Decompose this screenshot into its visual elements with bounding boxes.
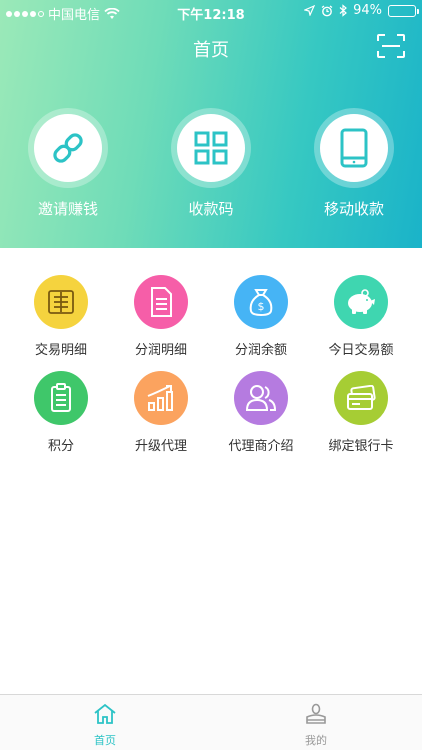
qr-code-icon (194, 131, 228, 165)
tab-home[interactable]: 首页 (65, 703, 145, 748)
tab-mine-label: 我的 (305, 734, 327, 747)
tab-bar: 首页 我的 (0, 694, 422, 750)
status-bar: 中国电信 下午12:18 94% (0, 0, 422, 24)
menu-item-points[interactable]: 积分 (11, 371, 111, 454)
alarm-clock-icon (321, 5, 333, 16)
mobile-payment-button[interactable]: 移动收款 (299, 108, 409, 219)
bluetooth-icon (339, 4, 348, 17)
menu-label: 代理商介绍 (228, 439, 294, 454)
battery-percent: 94% (353, 3, 382, 18)
mobile-payment-label: 移动收款 (323, 200, 384, 218)
menu-item-profit-balance[interactable]: $ 分润余额 (211, 275, 311, 358)
battery-icon (388, 4, 419, 17)
invite-earn-label: 邀请赚钱 (37, 200, 98, 218)
menu-item-agent-intro[interactable]: 代理商介绍 (211, 371, 311, 454)
menu-label: 积分 (47, 439, 74, 454)
ledger-icon (48, 290, 74, 314)
menu-label: 绑定银行卡 (328, 439, 394, 454)
menu-label: 分润明细 (134, 343, 187, 358)
payment-code-button[interactable]: 收款码 (156, 108, 266, 219)
users-icon (245, 385, 277, 411)
menu-item-bind-card[interactable]: 绑定银行卡 (311, 371, 411, 454)
clipboard-icon (51, 383, 71, 412)
bank-card-icon (347, 385, 376, 410)
menu-label: 交易明细 (34, 343, 87, 358)
tab-home-label: 首页 (94, 734, 116, 747)
menu-item-transactions[interactable]: 交易明细 (11, 275, 111, 358)
menu-item-profit-details[interactable]: 分润明细 (111, 275, 211, 358)
status-right: 94% (304, 3, 419, 18)
svg-text:$: $ (258, 300, 265, 313)
growth-chart-icon (147, 385, 173, 411)
scan-icon (377, 34, 405, 58)
invite-earn-button[interactable]: 邀请赚钱 (13, 108, 123, 219)
menu-label: 升级代理 (134, 439, 187, 454)
piggy-bank-icon (348, 289, 375, 314)
phone-icon (340, 128, 368, 168)
money-bag-icon: $ (249, 289, 273, 317)
menu-item-today-volume[interactable]: 今日交易额 (311, 275, 411, 358)
link-icon (53, 133, 83, 163)
payment-code-label: 收款码 (188, 200, 234, 218)
profile-icon (306, 703, 326, 724)
menu-label: 今日交易额 (328, 343, 394, 358)
menu-label: 分润余额 (234, 343, 287, 358)
document-icon (151, 287, 172, 317)
page-title: 首页 (193, 40, 229, 61)
tab-mine[interactable]: 我的 (276, 703, 356, 748)
location-arrow-icon (304, 5, 316, 16)
home-icon (94, 703, 116, 724)
menu-item-upgrade-agent[interactable]: 升级代理 (111, 371, 211, 454)
scan-button[interactable] (376, 33, 406, 59)
navigation-bar: 首页 (0, 24, 422, 70)
